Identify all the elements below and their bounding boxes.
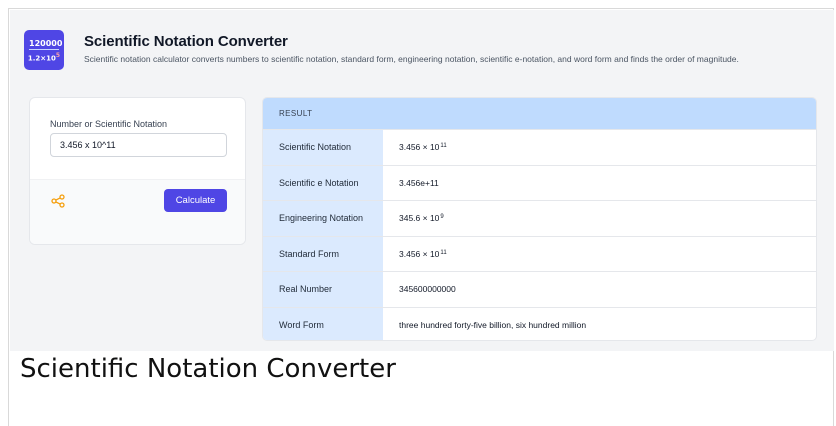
result-value: 345600000000 bbox=[399, 284, 456, 295]
result-row: Scientific Notation 3.456 × 10 11 bbox=[263, 129, 816, 165]
result-key: Scientific Notation bbox=[263, 130, 383, 165]
result-row: Word Form three hundred forty-five billi… bbox=[263, 306, 816, 340]
result-value: 3.456 × 10 11 bbox=[399, 142, 447, 153]
result-row: Standard Form 3.456 × 10 11 bbox=[263, 235, 816, 271]
result-key: Scientific e Notation bbox=[263, 165, 383, 200]
number-input[interactable] bbox=[50, 133, 227, 157]
logo-top-text: 120000 bbox=[29, 39, 63, 50]
result-rows: Scientific Notation 3.456 × 10 11 Scienti… bbox=[263, 129, 816, 340]
page-caption: Scientific Notation Converter bbox=[20, 354, 396, 384]
result-key: Word Form bbox=[263, 307, 383, 340]
result-header: RESULT bbox=[263, 98, 816, 129]
page-description: Scientific notation calculator converts … bbox=[84, 54, 739, 64]
result-value: 3.456e+11 bbox=[399, 177, 439, 188]
result-key: Standard Form bbox=[263, 236, 383, 271]
page-title: Scientific Notation Converter bbox=[84, 33, 288, 50]
result-value: 345.6 × 10 9 bbox=[399, 213, 444, 224]
converter-app: 120000 1.2×105 Scientific Notation Conve… bbox=[10, 10, 834, 351]
app-logo: 120000 1.2×105 bbox=[24, 30, 64, 70]
result-row: Engineering Notation 345.6 × 10 9 bbox=[263, 200, 816, 236]
result-row: Scientific e Notation 3.456e+11 bbox=[263, 164, 816, 200]
input-card-footer: Calculate bbox=[30, 179, 245, 244]
result-key: Engineering Notation bbox=[263, 201, 383, 236]
app-header: 120000 1.2×105 Scientific Notation Conve… bbox=[20, 20, 824, 90]
result-value: 3.456 × 10 11 bbox=[399, 248, 447, 259]
number-field-label: Number or Scientific Notation bbox=[50, 119, 168, 129]
input-card: Number or Scientific Notation Calculate bbox=[29, 97, 246, 245]
result-key: Real Number bbox=[263, 272, 383, 307]
calculate-button[interactable]: Calculate bbox=[164, 189, 227, 212]
result-row: Real Number 345600000000 bbox=[263, 271, 816, 307]
logo-bottom-text: 1.2×105 bbox=[27, 52, 61, 63]
result-value: three hundred forty-five billion, six hu… bbox=[399, 319, 587, 330]
result-table: RESULT Scientific Notation 3.456 × 10 11 … bbox=[262, 97, 817, 341]
share-icon[interactable] bbox=[51, 194, 65, 208]
